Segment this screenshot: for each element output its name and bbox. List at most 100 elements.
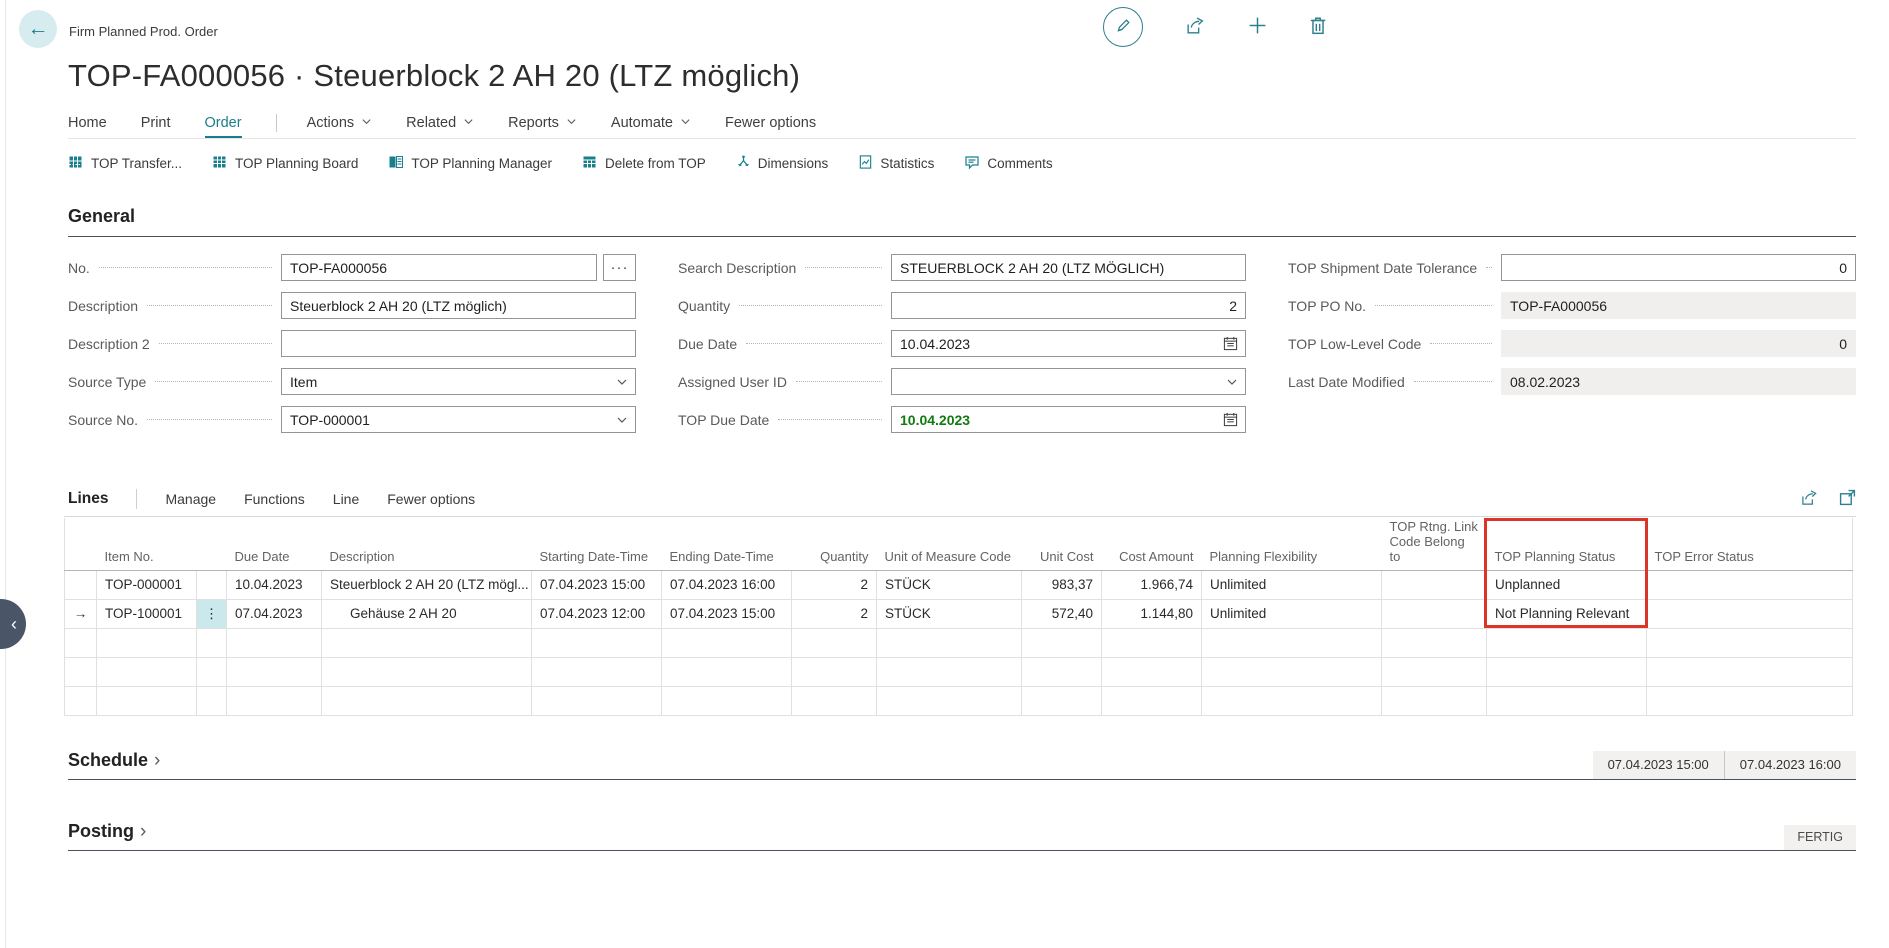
calendar-icon[interactable] bbox=[1223, 412, 1238, 427]
cell-top-error-status[interactable] bbox=[1647, 599, 1853, 628]
share-lines-button[interactable] bbox=[1800, 489, 1819, 509]
cell-uom[interactable]: STÜCK bbox=[877, 599, 1022, 628]
share-button[interactable] bbox=[1185, 16, 1206, 38]
col-item-no[interactable]: Item No. bbox=[97, 518, 197, 570]
col-cost-amount[interactable]: Cost Amount bbox=[1102, 518, 1202, 570]
delete-button[interactable] bbox=[1309, 16, 1327, 38]
back-button[interactable]: ← bbox=[19, 10, 57, 48]
description-2-input[interactable] bbox=[282, 331, 635, 356]
fewer-options-button[interactable]: Fewer options bbox=[725, 115, 816, 138]
row-menu-cell[interactable] bbox=[197, 570, 227, 599]
quantity-input[interactable] bbox=[892, 293, 1245, 318]
cell-top-rtng-link[interactable] bbox=[1382, 570, 1487, 599]
cell-unit-cost[interactable]: 572,40 bbox=[1022, 599, 1102, 628]
comment-icon bbox=[964, 154, 987, 173]
tab-print[interactable]: Print bbox=[141, 115, 171, 138]
cell-starting[interactable]: 07.04.2023 15:00 bbox=[532, 570, 662, 599]
top-due-date-input[interactable] bbox=[892, 407, 1223, 432]
due-date-input[interactable] bbox=[892, 331, 1223, 356]
col-top-planning-status[interactable]: TOP Planning Status bbox=[1487, 518, 1647, 570]
dotted-leader bbox=[778, 419, 882, 420]
new-button[interactable] bbox=[1248, 16, 1267, 38]
col-quantity[interactable]: Quantity bbox=[792, 518, 877, 570]
dotted-leader bbox=[805, 267, 882, 268]
lines-heading: Lines bbox=[68, 490, 108, 508]
cell-due-date[interactable]: 07.04.2023 bbox=[227, 599, 322, 628]
tabbar-divider bbox=[276, 114, 277, 132]
assigned-user-id-select[interactable] bbox=[892, 369, 1226, 394]
col-unit-cost[interactable]: Unit Cost bbox=[1022, 518, 1102, 570]
window-actions bbox=[1103, 7, 1327, 47]
chevron-down-icon[interactable] bbox=[1226, 376, 1238, 388]
col-due-date[interactable]: Due Date bbox=[227, 518, 322, 570]
cell-ending[interactable]: 07.04.2023 15:00 bbox=[662, 599, 792, 628]
cell-starting[interactable]: 07.04.2023 12:00 bbox=[532, 599, 662, 628]
cell-item-no[interactable]: TOP-000001 bbox=[97, 570, 197, 599]
chevron-down-icon[interactable] bbox=[616, 376, 628, 388]
cell-uom[interactable]: STÜCK bbox=[877, 570, 1022, 599]
tab-automate[interactable]: Automate bbox=[611, 115, 691, 138]
board-icon bbox=[68, 154, 91, 173]
cmd-top-planning-board[interactable]: TOP Planning Board bbox=[212, 154, 358, 173]
cell-quantity[interactable]: 2 bbox=[792, 599, 877, 628]
tab-home[interactable]: Home bbox=[68, 115, 107, 138]
col-unit-of-measure-code[interactable]: Unit of Measure Code bbox=[877, 518, 1022, 570]
edit-button[interactable] bbox=[1103, 7, 1143, 47]
description-input[interactable] bbox=[282, 293, 635, 318]
dotted-leader bbox=[99, 267, 272, 268]
lines-fewer-options-button[interactable]: Fewer options bbox=[387, 491, 475, 507]
tab-related[interactable]: Related bbox=[406, 115, 474, 138]
col-top-error-status[interactable]: TOP Error Status bbox=[1647, 518, 1853, 570]
open-in-new-window-button[interactable] bbox=[1839, 489, 1856, 509]
col-ending-date-time[interactable]: Ending Date-Time bbox=[662, 518, 792, 570]
cell-description[interactable]: Steuerblock 2 AH 20 (LTZ mögl... bbox=[322, 570, 532, 599]
cell-planning-flexibility[interactable]: Unlimited bbox=[1202, 570, 1382, 599]
cell-top-rtng-link[interactable] bbox=[1382, 599, 1487, 628]
general-section-header[interactable]: General bbox=[68, 206, 1856, 237]
col-top-rtng-link-code[interactable]: TOP Rtng. Link Code Belong to bbox=[1382, 518, 1487, 570]
col-description[interactable]: Description bbox=[322, 518, 532, 570]
lines-menu-line[interactable]: Line bbox=[333, 491, 359, 507]
source-no-select[interactable] bbox=[282, 407, 616, 432]
tab-order[interactable]: Order bbox=[205, 115, 242, 138]
search-description-input[interactable] bbox=[892, 255, 1245, 280]
cell-unit-cost[interactable]: 983,37 bbox=[1022, 570, 1102, 599]
chevron-down-icon[interactable] bbox=[616, 414, 628, 426]
cmd-delete-from-top[interactable]: Delete from TOP bbox=[582, 154, 706, 173]
lines-menu-manage[interactable]: Manage bbox=[165, 491, 216, 507]
cell-due-date[interactable]: 10.04.2023 bbox=[227, 570, 322, 599]
schedule-heading[interactable]: Schedule› bbox=[68, 750, 160, 779]
row-selector-cell[interactable] bbox=[65, 570, 97, 599]
assist-edit-button[interactable]: ··· bbox=[603, 254, 636, 281]
cell-planning-flexibility[interactable]: Unlimited bbox=[1202, 599, 1382, 628]
cell-cost-amount[interactable]: 1.966,74 bbox=[1102, 570, 1202, 599]
cell-top-planning-status[interactable]: Not Planning Relevant bbox=[1487, 599, 1647, 628]
chevron-left-icon: ‹ bbox=[11, 614, 17, 635]
calendar-icon[interactable] bbox=[1223, 336, 1238, 351]
source-type-select[interactable] bbox=[282, 369, 616, 394]
col-planning-flexibility[interactable]: Planning Flexibility bbox=[1202, 518, 1382, 570]
cell-top-error-status[interactable] bbox=[1647, 570, 1853, 599]
cell-top-planning-status[interactable]: Unplanned bbox=[1487, 570, 1647, 599]
panel-collapse-button[interactable]: ‹ bbox=[0, 599, 26, 649]
posting-heading[interactable]: Posting› bbox=[68, 821, 146, 850]
cell-description[interactable]: Gehäuse 2 AH 20 bbox=[322, 599, 532, 628]
no-input[interactable] bbox=[282, 255, 596, 280]
cell-item-no[interactable]: TOP-100001 bbox=[97, 599, 197, 628]
col-starting-date-time[interactable]: Starting Date-Time bbox=[532, 518, 662, 570]
cell-quantity[interactable]: 2 bbox=[792, 570, 877, 599]
cmd-top-transfer[interactable]: TOP Transfer... bbox=[68, 154, 182, 173]
cmd-comments[interactable]: Comments bbox=[964, 154, 1052, 173]
row-menu-cell[interactable]: ⋮ bbox=[197, 599, 227, 628]
cell-cost-amount[interactable]: 1.144,80 bbox=[1102, 599, 1202, 628]
field-due-date: Due Date bbox=[678, 330, 1246, 357]
top-shipment-date-tolerance-input[interactable] bbox=[1502, 255, 1855, 280]
cmd-statistics[interactable]: Statistics bbox=[858, 154, 934, 173]
cmd-dimensions[interactable]: Dimensions bbox=[736, 154, 829, 173]
tab-reports[interactable]: Reports bbox=[508, 115, 577, 138]
lines-menu-functions[interactable]: Functions bbox=[244, 491, 305, 507]
tab-actions[interactable]: Actions bbox=[307, 115, 373, 138]
cmd-top-planning-manager[interactable]: TOP Planning Manager bbox=[388, 154, 552, 173]
command-bar: TOP Transfer... TOP Planning Board TOP P… bbox=[68, 150, 1889, 176]
cell-ending[interactable]: 07.04.2023 16:00 bbox=[662, 570, 792, 599]
